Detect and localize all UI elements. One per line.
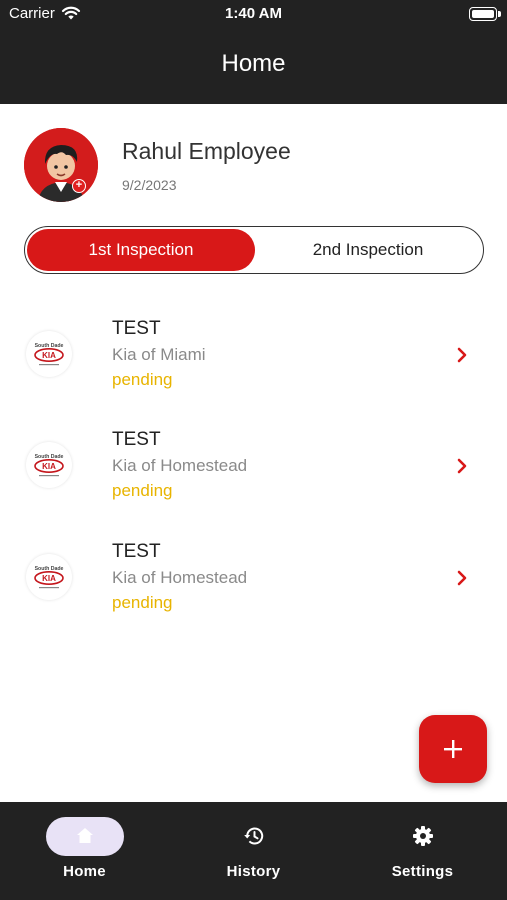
chevron-right-icon[interactable]	[455, 347, 469, 363]
inspection-title: TEST	[112, 318, 161, 339]
inspection-title: TEST	[112, 541, 161, 562]
dealer-name: Kia of Homestead	[112, 568, 248, 587]
bottom-nav: Home History Settings	[0, 802, 507, 900]
logo-brand-text: KIA	[42, 462, 56, 471]
avatar-illustration	[24, 128, 98, 202]
nav-label-settings: Settings	[391, 863, 454, 880]
tab-2nd-inspection[interactable]: 2nd Inspection	[255, 229, 481, 271]
app-header: Carrier 1:40 AM Home	[0, 0, 507, 104]
logo-brand-text: KIA	[42, 574, 56, 583]
profile-name: Rahul Employee	[122, 138, 291, 164]
status-label: pending	[112, 370, 173, 389]
status-label: pending	[112, 593, 173, 612]
plus-icon	[444, 740, 462, 758]
dealer-logo: South Dade KIA	[26, 442, 72, 488]
dealer-logo: South Dade KIA	[26, 554, 72, 600]
add-photo-badge-icon[interactable]: +	[72, 179, 86, 193]
dealer-name: Kia of Miami	[112, 345, 206, 364]
add-inspection-button[interactable]	[419, 715, 487, 783]
nav-label-history: History	[226, 863, 281, 880]
chevron-right-icon[interactable]	[455, 458, 469, 474]
nav-item-settings[interactable]: Settings	[338, 802, 507, 900]
list-item[interactable]: South Dade KIA TEST Kia of Homestead pending	[0, 533, 507, 623]
chevron-right-icon[interactable]	[455, 570, 469, 586]
dealer-logo: South Dade KIA	[26, 331, 72, 377]
nav-item-history[interactable]: History	[169, 802, 338, 900]
inspection-title: TEST	[112, 429, 161, 450]
logo-brand-text: KIA	[42, 351, 56, 360]
avatar[interactable]	[24, 128, 98, 202]
tab-1st-inspection[interactable]: 1st Inspection	[27, 229, 255, 271]
nav-label-home: Home	[63, 863, 106, 880]
nav-item-home[interactable]: Home	[0, 802, 169, 900]
gear-icon	[412, 826, 433, 846]
status-label: pending	[112, 481, 173, 500]
dealer-name: Kia of Homestead	[112, 456, 248, 475]
status-bar: Carrier 1:40 AM	[0, 0, 507, 28]
history-icon	[243, 827, 263, 845]
list-item[interactable]: South Dade KIA TEST Kia of Miami pending	[0, 310, 507, 400]
profile-date: 9/2/2023	[122, 177, 177, 193]
battery-icon	[469, 7, 501, 21]
list-item[interactable]: South Dade KIA TEST Kia of Homestead pending	[0, 421, 507, 511]
page-title: Home	[221, 50, 286, 77]
home-icon	[76, 828, 93, 843]
status-time: 1:40 AM	[225, 5, 282, 22]
inspection-tabs: 1st Inspection 2nd Inspection	[24, 226, 484, 274]
